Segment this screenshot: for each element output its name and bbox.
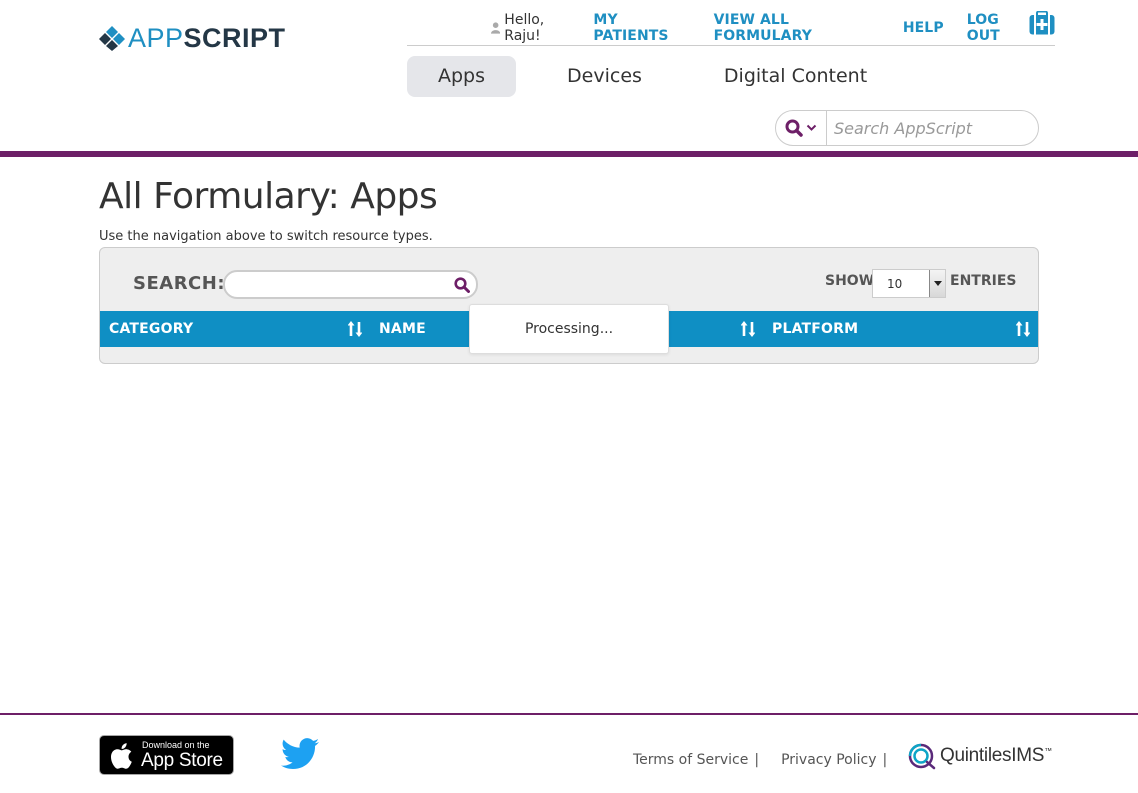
entries-value: 10 [887,277,903,291]
appscript-logo[interactable]: APPSCRIPT [99,24,286,52]
footer-divider [0,713,1138,715]
tab-devices[interactable]: Devices [536,56,673,97]
global-search [775,110,1039,146]
app-store-line2: App Store [141,750,223,771]
sort-icon[interactable] [1016,321,1030,337]
entries-per-page-select[interactable]: 10 [872,269,946,298]
header-divider [0,151,1138,157]
app-store-line1: Download on the [142,740,210,750]
show-label: SHOW [825,273,875,289]
medical-kit-icon[interactable] [1029,11,1055,35]
page-title: All Formulary: Apps [99,176,438,217]
twitter-icon[interactable] [281,738,319,770]
column-header-name[interactable]: NAME [379,311,426,347]
user-greeting: Hello, Raju! [504,12,545,44]
table-search-label: SEARCH: [133,273,226,294]
logo-text: APPSCRIPT [128,23,286,53]
quintilesims-logo[interactable]: QuintilesIMS™ [907,741,1052,771]
table-search-field [223,270,478,299]
privacy-policy-link[interactable]: Privacy Policy [781,752,876,768]
tab-digital-content[interactable]: Digital Content [693,56,898,97]
footer-separator: | [754,752,760,768]
column-header-category[interactable]: CATEGORY [109,311,193,347]
footer-links: Terms of Service | Privacy Policy | [633,752,909,768]
apple-icon [111,743,132,769]
search-scope-dropdown[interactable] [776,111,827,145]
table-search-input[interactable] [233,272,453,297]
footer-separator: | [882,752,888,768]
search-icon[interactable] [454,277,470,293]
help-link[interactable]: HELP [903,20,944,36]
logo-diamond-icon [99,26,125,51]
quintiles-brand-text: QuintilesIMS™ [940,745,1052,766]
log-out-link[interactable]: LOG OUT [967,12,1032,44]
entries-label: ENTRIES [950,273,1017,289]
quintiles-q-icon [908,743,936,770]
search-icon [785,119,803,137]
user-icon [491,22,501,34]
processing-indicator: Processing... [469,304,669,354]
terms-of-service-link[interactable]: Terms of Service [633,752,748,768]
my-patients-link[interactable]: MY PATIENTS [593,12,690,44]
global-search-input[interactable] [827,118,1027,138]
view-all-formulary-link[interactable]: VIEW ALL FORMULARY [714,12,880,44]
app-store-badge[interactable]: Download on the App Store [99,735,234,775]
sort-icon[interactable] [741,321,755,337]
resource-tabs: Apps Devices Digital Content [407,56,918,97]
page-subtitle: Use the navigation above to switch resou… [99,229,433,244]
column-header-platform[interactable]: PLATFORM [772,311,858,347]
sort-icon[interactable] [348,321,362,337]
chevron-down-icon [806,124,817,131]
top-navigation: Hello, Raju! MY PATIENTS VIEW ALL FORMUL… [407,11,1055,46]
tab-apps[interactable]: Apps [407,56,517,97]
dropdown-arrow-icon[interactable] [929,270,945,297]
